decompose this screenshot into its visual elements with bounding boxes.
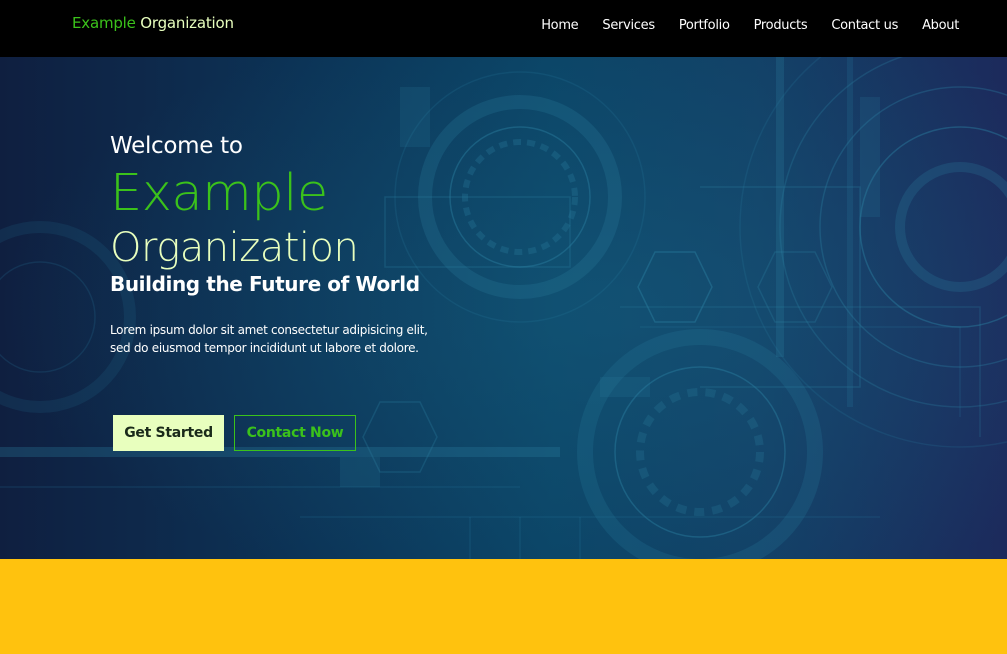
hero-text-block: Welcome to Example Organization Building…: [110, 131, 530, 357]
brand-logo[interactable]: Example Organization: [72, 14, 234, 32]
nav-link-services[interactable]: Services: [602, 18, 655, 33]
navbar: Example Organization Home Services Portf…: [0, 0, 1007, 57]
nav-link-about[interactable]: About: [922, 18, 959, 33]
hero-description: Lorem ipsum dolor sit amet consectetur a…: [110, 323, 428, 355]
brand-name-part2: Organization: [140, 14, 234, 32]
hero-section: Welcome to Example Organization Building…: [0, 57, 1007, 559]
nav-link-home[interactable]: Home: [541, 18, 579, 33]
yellow-section: [0, 559, 1007, 654]
get-started-button[interactable]: Get Started: [113, 415, 224, 451]
hero-buttons: Get Started Contact Now: [113, 415, 356, 451]
hero-title-line2: Organization: [110, 225, 359, 271]
hero-welcome-text: Welcome to: [110, 133, 243, 159]
brand-name-part1: Example: [72, 14, 136, 32]
nav-link-products[interactable]: Products: [754, 18, 808, 33]
nav-link-contact[interactable]: Contact us: [831, 18, 898, 33]
hero-title-line1: Example: [110, 164, 328, 223]
hero-tagline: Building the Future of World: [110, 272, 420, 296]
nav-link-portfolio[interactable]: Portfolio: [679, 18, 730, 33]
contact-now-button[interactable]: Contact Now: [234, 415, 356, 451]
nav-menu: Home Services Portfolio Products Contact…: [541, 18, 959, 33]
